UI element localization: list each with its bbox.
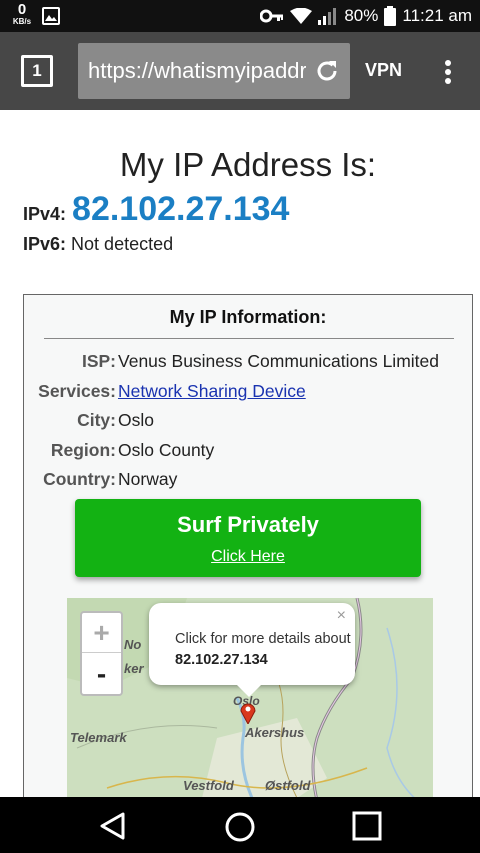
popup-tip	[235, 683, 263, 697]
surf-privately-title: Surf Privately	[177, 512, 319, 537]
map-label: ker	[124, 661, 144, 676]
map-label: Vestfold	[183, 778, 234, 793]
info-row-services: Services: Network Sharing Device	[24, 377, 472, 407]
status-bar: 0 KB/s 80% 11:21 am	[0, 0, 480, 32]
network-speed: 0 KB/s	[8, 2, 36, 26]
popup-ip: 82.102.27.134	[175, 652, 268, 668]
back-icon[interactable]	[98, 811, 128, 846]
battery-icon	[384, 6, 397, 26]
map-label: Telemark	[70, 730, 127, 745]
services-link[interactable]: Network Sharing Device	[116, 381, 306, 402]
info-value: Oslo County	[118, 439, 215, 460]
ipv4-value: 82.102.27.134	[72, 190, 290, 228]
vpn-button[interactable]: VPN	[365, 60, 402, 81]
info-row-isp: ISP: Venus Business Communications Limit…	[24, 347, 472, 377]
info-row-city: City: Oslo	[24, 406, 472, 436]
address-bar[interactable]: https://whatismyipaddress.com	[78, 43, 350, 99]
network-speed-value: 0	[17, 1, 27, 18]
info-label: Country:	[43, 469, 116, 490]
signal-icon	[318, 7, 338, 25]
divider	[44, 338, 454, 339]
clock: 11:21 am	[402, 6, 472, 25]
ip-info-title: My IP Information:	[169, 307, 327, 327]
popup-text: Click for more details about 82.102.27.1…	[175, 629, 355, 671]
browser-toolbar: 1 https://whatismyipaddress.com VPN	[0, 32, 480, 110]
info-value: Oslo	[118, 410, 154, 431]
tab-switcher-button[interactable]: 1	[21, 55, 53, 87]
page-content: My IP Address Is: IPv4: 82.102.27.134 IP…	[0, 110, 480, 797]
info-row-region: Region: Oslo County	[24, 436, 472, 466]
info-row-country: Country: Norway	[24, 465, 472, 495]
page-title: My IP Address Is:	[119, 146, 377, 183]
key-icon	[260, 9, 284, 23]
info-value: Venus Business Communications Limited	[118, 351, 439, 372]
zoom-out-button[interactable]: -	[82, 654, 121, 694]
map-popup[interactable]: × Click for more details about 82.102.27…	[149, 603, 355, 685]
map-zoom-control: + -	[80, 611, 123, 696]
ipv6-value: Not detected	[71, 234, 174, 254]
zoom-in-button[interactable]: +	[82, 613, 121, 653]
battery-percent: 80%	[344, 6, 379, 25]
ipv6-label: IPv6:	[23, 234, 67, 254]
navigation-bar	[0, 797, 480, 853]
ipv6-row: IPv6: Not detected	[23, 234, 173, 255]
map-label: Østfold	[265, 778, 311, 793]
map-label: No	[124, 637, 142, 652]
image-icon	[42, 7, 60, 30]
ip-info-panel: My IP Information: ISP: Venus Business C…	[23, 294, 473, 797]
wifi-icon	[290, 7, 313, 25]
network-speed-unit: KB/s	[12, 17, 32, 26]
overflow-menu-icon[interactable]	[440, 58, 456, 86]
info-label: Region:	[50, 439, 116, 460]
ipv4-label: IPv4:	[23, 204, 67, 224]
reload-icon[interactable]	[314, 58, 340, 89]
url-text[interactable]: https://whatismyipaddress.com	[88, 43, 306, 99]
info-label: City:	[77, 410, 116, 431]
surf-privately-button[interactable]: Surf Privately Click Here	[75, 499, 421, 577]
popup-close-icon[interactable]: ×	[337, 607, 346, 625]
location-map[interactable]: No ker Oslo Akershus Telemark Vestfold Ø…	[67, 598, 433, 797]
popup-message: Click for more details about	[175, 631, 351, 647]
click-here-link[interactable]: Click Here	[75, 548, 421, 566]
info-label: Services:	[38, 380, 116, 401]
location-marker-icon[interactable]	[240, 702, 256, 729]
info-value: Norway	[118, 469, 178, 490]
home-icon[interactable]	[224, 811, 256, 848]
ipv4-row: IPv4: 82.102.27.134	[23, 190, 289, 229]
recents-icon[interactable]	[352, 811, 382, 846]
info-label: ISP:	[81, 351, 116, 372]
